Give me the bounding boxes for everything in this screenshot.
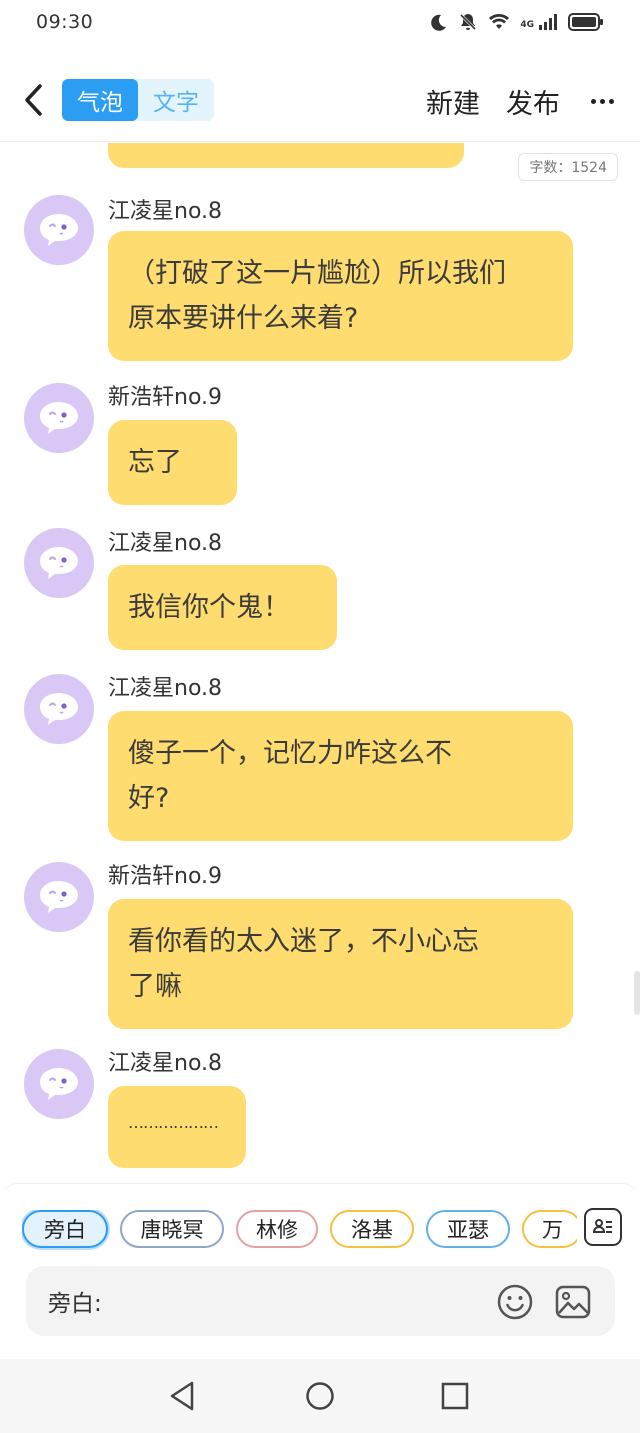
more-dot [608, 98, 614, 104]
message-bubble[interactable]: ……………… [108, 1086, 246, 1168]
role-chip-label: 林修 [256, 1218, 298, 1242]
status-icons: 4G [428, 12, 604, 32]
role-chip-label: 万 [542, 1218, 563, 1242]
wifi-icon [489, 14, 510, 29]
message-bubble[interactable]: 傻子一个，记忆力咋这么不 好? [108, 711, 573, 841]
moon-icon [431, 14, 447, 31]
speaker-name: 江凌星no.8 [108, 1051, 223, 1076]
more-dot [590, 98, 596, 104]
message-line: 忘了 [128, 447, 182, 478]
system-nav-bar [0, 1359, 640, 1433]
role-chip-label: 唐晓冥 [140, 1218, 204, 1242]
chevron-left-icon [25, 84, 42, 116]
speech-bubble-face-icon [40, 1068, 78, 1100]
nav-recents-icon[interactable] [440, 1381, 470, 1411]
role-chip-list[interactable]: 旁白 唐晓冥 林修 洛基 亚瑟 万 [22, 1210, 577, 1250]
message-line: （打破了这一片尴尬）所以我们 [128, 258, 506, 289]
word-count-badge: 字数：1524 [518, 153, 618, 181]
status-time: 09:30 [36, 11, 94, 33]
speaker-name: 江凌星no.8 [108, 199, 223, 224]
smiley-icon[interactable] [496, 1283, 534, 1321]
message-input[interactable]: 旁白: [26, 1266, 615, 1336]
role-chip[interactable]: 唐晓冥 [120, 1210, 224, 1248]
top-bar: 气泡 文字 新建 发布 [0, 60, 640, 142]
avatar[interactable] [24, 862, 94, 932]
more-button[interactable] [586, 85, 618, 117]
message-bubble[interactable]: 看你看的太入迷了，不小心忘 了嘛 [108, 899, 573, 1029]
role-chip[interactable]: 洛基 [330, 1210, 414, 1248]
message-line: 好? [128, 783, 170, 814]
status-bar: 09:30 4G [0, 0, 640, 44]
message-line: 傻子一个，记忆力咋这么不 [128, 738, 452, 769]
message-bubble[interactable]: 我信你个鬼！ [108, 565, 337, 650]
message-bubble-partial[interactable] [108, 143, 464, 168]
message-bubble[interactable]: （打破了这一片尴尬）所以我们 原本要讲什么来着? [108, 231, 573, 361]
speech-bubble-face-icon [40, 881, 78, 913]
back-button[interactable] [16, 80, 50, 120]
role-list-button[interactable] [584, 1208, 622, 1246]
message-line: 看你看的太入迷了，不小心忘 [128, 926, 479, 957]
mode-toggle: 气泡 文字 [62, 79, 214, 121]
bell-muted-icon [460, 13, 477, 31]
speaker-name: 江凌星no.8 [108, 676, 223, 701]
publish-button[interactable]: 发布 [506, 82, 560, 121]
tab-text[interactable]: 文字 [138, 79, 214, 121]
message-line: 我信你个鬼！ [128, 592, 290, 623]
new-button[interactable]: 新建 [426, 82, 480, 121]
contact-card-icon [592, 1219, 612, 1233]
nav-back-icon[interactable] [168, 1381, 198, 1411]
message-line: 原本要讲什么来着? [128, 303, 359, 334]
message-line: ……………… [128, 1113, 219, 1132]
signal-icon [539, 14, 557, 30]
role-chip[interactable]: 万 [522, 1210, 577, 1248]
speaker-name: 新浩轩no.9 [108, 864, 223, 889]
avatar[interactable] [24, 674, 94, 744]
network-label: 4G [520, 20, 534, 30]
chat-area[interactable]: 字数：1524 江凌星no.8 （打破了这一片尴尬）所以我们 原本要讲什么来着?… [0, 143, 640, 1183]
speaker-name: 江凌星no.8 [108, 531, 223, 556]
speech-bubble-face-icon [40, 402, 78, 434]
avatar[interactable] [24, 528, 94, 598]
image-icon[interactable] [554, 1283, 592, 1321]
input-panel: 旁白 唐晓冥 林修 洛基 亚瑟 万 旁白: [0, 1183, 640, 1359]
role-chip[interactable]: 林修 [236, 1210, 318, 1248]
avatar[interactable] [24, 383, 94, 453]
avatar[interactable] [24, 195, 94, 265]
speech-bubble-face-icon [40, 547, 78, 579]
message-line: 了嘛 [128, 971, 182, 1002]
speaker-name: 新浩轩no.9 [108, 385, 223, 410]
role-chip-label: 洛基 [351, 1218, 393, 1242]
top-actions: 新建 发布 [426, 80, 618, 122]
avatar[interactable] [24, 1049, 94, 1119]
role-chip-narrator[interactable]: 旁白 [22, 1210, 108, 1248]
more-dot [599, 98, 605, 104]
input-prefix: 旁白: [48, 1291, 102, 1317]
role-chip[interactable]: 亚瑟 [426, 1210, 510, 1248]
tab-bubble[interactable]: 气泡 [62, 79, 138, 121]
scrollbar[interactable] [634, 971, 640, 1015]
role-chip-label: 亚瑟 [447, 1218, 489, 1242]
role-chip-label: 旁白 [44, 1218, 86, 1242]
nav-home-icon[interactable] [305, 1381, 335, 1411]
speech-bubble-face-icon [40, 693, 78, 725]
speech-bubble-face-icon [40, 214, 78, 246]
battery-icon [568, 13, 603, 31]
message-bubble[interactable]: 忘了 [108, 420, 237, 505]
